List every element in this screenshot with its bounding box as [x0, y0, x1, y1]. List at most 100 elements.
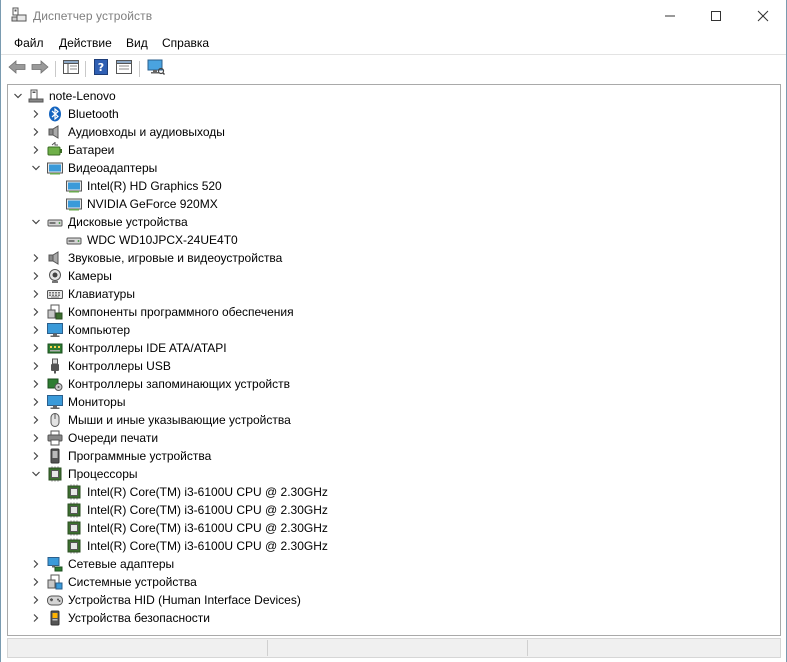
- back-button[interactable]: [7, 59, 27, 77]
- chevron-down-icon[interactable]: [30, 162, 42, 174]
- tree-category-row[interactable]: Устройства безопасности: [8, 609, 780, 627]
- toolbar-separator: [85, 61, 86, 77]
- tree-node-label: Контроллеры IDE ATA/ATAPI: [68, 341, 227, 355]
- security-device-icon: [47, 610, 63, 626]
- help-button[interactable]: ?: [91, 58, 111, 77]
- tree-node-label: Bluetooth: [68, 107, 119, 121]
- camera-icon: [47, 268, 63, 284]
- update-driver-button[interactable]: [114, 59, 134, 77]
- chevron-right-icon[interactable]: [30, 360, 42, 372]
- tree-device-row[interactable]: Intel(R) HD Graphics 520: [8, 177, 780, 195]
- tree-node-label: Системные устройства: [68, 575, 197, 589]
- tree-node-label: Устройства безопасности: [68, 611, 210, 625]
- chevron-right-icon[interactable]: [30, 450, 42, 462]
- status-cell: [268, 640, 528, 656]
- chevron-right-icon[interactable]: [30, 324, 42, 336]
- tree-category-row[interactable]: Камеры: [8, 267, 780, 285]
- tree-category-row[interactable]: Мыши и иные указывающие устройства: [8, 411, 780, 429]
- tree-category-row[interactable]: Контроллеры USB: [8, 357, 780, 375]
- chevron-right-icon[interactable]: [30, 612, 42, 624]
- device-tree[interactable]: note-Lenovo Bluetooth Аудиовходы и аудиов…: [7, 84, 781, 636]
- monitor-icon: [47, 394, 63, 410]
- tree-category-row[interactable]: Клавиатуры: [8, 285, 780, 303]
- tree-node-label: Intel(R) HD Graphics 520: [87, 179, 222, 193]
- tree-category-row[interactable]: Системные устройства: [8, 573, 780, 591]
- menu-help[interactable]: Справка: [162, 36, 209, 50]
- tree-node-label: Батареи: [68, 143, 115, 157]
- tree-category-row[interactable]: Мониторы: [8, 393, 780, 411]
- tree-category-row[interactable]: Аудиовходы и аудиовыходы: [8, 123, 780, 141]
- tree-device-row[interactable]: Intel(R) Core(TM) i3-6100U CPU @ 2.30GHz: [8, 483, 780, 501]
- chevron-right-icon[interactable]: [30, 108, 42, 120]
- tree-device-row[interactable]: Intel(R) Core(TM) i3-6100U CPU @ 2.30GHz: [8, 519, 780, 537]
- chevron-right-icon[interactable]: [30, 144, 42, 156]
- properties-icon: [63, 59, 79, 77]
- tree-device-row[interactable]: Intel(R) Core(TM) i3-6100U CPU @ 2.30GHz: [8, 537, 780, 555]
- tree-category-row[interactable]: Контроллеры IDE ATA/ATAPI: [8, 339, 780, 357]
- close-button[interactable]: [740, 0, 786, 32]
- display-adapter-icon: [47, 160, 63, 176]
- minimize-button[interactable]: [647, 0, 693, 32]
- computer-root-icon: [28, 88, 44, 104]
- tree-node-label: Дисковые устройства: [68, 215, 188, 229]
- tree-category-row[interactable]: Видеоадаптеры: [8, 159, 780, 177]
- status-cell: [8, 640, 268, 656]
- menu-action[interactable]: Действие: [59, 36, 112, 50]
- tree-node-label: Intel(R) Core(TM) i3-6100U CPU @ 2.30GHz: [87, 539, 328, 553]
- speaker-icon: [47, 124, 63, 140]
- chevron-right-icon[interactable]: [30, 594, 42, 606]
- tree-device-row[interactable]: Intel(R) Core(TM) i3-6100U CPU @ 2.30GHz: [8, 501, 780, 519]
- chevron-right-icon[interactable]: [30, 558, 42, 570]
- chevron-right-icon[interactable]: [30, 288, 42, 300]
- tree-category-row[interactable]: Программные устройства: [8, 447, 780, 465]
- tree-node-label: Аудиовходы и аудиовыходы: [68, 125, 225, 139]
- tree-node-label: Контроллеры запоминающих устройств: [68, 377, 290, 391]
- processor-icon: [66, 538, 82, 554]
- chevron-right-icon[interactable]: [30, 252, 42, 264]
- tree-category-row[interactable]: Компоненты программного обеспечения: [8, 303, 780, 321]
- tree-device-row[interactable]: NVIDIA GeForce 920MX: [8, 195, 780, 213]
- processor-icon: [66, 520, 82, 536]
- processor-icon: [66, 484, 82, 500]
- chevron-right-icon[interactable]: [30, 270, 42, 282]
- tree-node-label: Процессоры: [68, 467, 138, 481]
- tree-category-row[interactable]: Контроллеры запоминающих устройств: [8, 375, 780, 393]
- menu-view[interactable]: Вид: [126, 36, 148, 50]
- chevron-down-icon[interactable]: [12, 90, 24, 102]
- tree-category-row[interactable]: Компьютер: [8, 321, 780, 339]
- scan-hardware-icon: [147, 59, 165, 78]
- maximize-button[interactable]: [693, 0, 739, 32]
- tree-device-row[interactable]: WDC WD10JPCX-24UE4T0: [8, 231, 780, 249]
- chevron-right-icon[interactable]: [30, 378, 42, 390]
- tree-category-row[interactable]: Дисковые устройства: [8, 213, 780, 231]
- show-hide-console-tree-button[interactable]: [61, 59, 81, 77]
- chevron-right-icon[interactable]: [30, 414, 42, 426]
- forward-button[interactable]: [30, 59, 50, 77]
- tree-category-row[interactable]: Процессоры: [8, 465, 780, 483]
- tree-category-row[interactable]: Звуковые, игровые и видеоустройства: [8, 249, 780, 267]
- chevron-right-icon[interactable]: [30, 396, 42, 408]
- tree-root-row[interactable]: note-Lenovo: [8, 87, 780, 105]
- menu-file[interactable]: Файл: [14, 36, 44, 50]
- scan-hardware-button[interactable]: [146, 59, 166, 77]
- tree-category-row[interactable]: Батареи: [8, 141, 780, 159]
- tree-category-row[interactable]: Устройства HID (Human Interface Devices): [8, 591, 780, 609]
- tree-category-row[interactable]: Bluetooth: [8, 105, 780, 123]
- chevron-right-icon[interactable]: [30, 432, 42, 444]
- toolbar-separator: [139, 61, 140, 77]
- chevron-down-icon[interactable]: [30, 468, 42, 480]
- tree-node-label: NVIDIA GeForce 920MX: [87, 197, 218, 211]
- tree-category-row[interactable]: Очереди печати: [8, 429, 780, 447]
- tree-node-label: Мыши и иные указывающие устройства: [68, 413, 291, 427]
- tree-node-label: Intel(R) Core(TM) i3-6100U CPU @ 2.30GHz: [87, 503, 328, 517]
- tree-node-label: Контроллеры USB: [68, 359, 171, 373]
- chevron-right-icon[interactable]: [30, 576, 42, 588]
- hid-icon: [47, 592, 63, 608]
- chevron-right-icon[interactable]: [30, 126, 42, 138]
- chevron-right-icon[interactable]: [30, 342, 42, 354]
- chevron-right-icon[interactable]: [30, 306, 42, 318]
- chevron-down-icon[interactable]: [30, 216, 42, 228]
- tree-category-row[interactable]: Сетевые адаптеры: [8, 555, 780, 573]
- battery-icon: [47, 141, 63, 158]
- display-adapter-icon: [66, 196, 82, 212]
